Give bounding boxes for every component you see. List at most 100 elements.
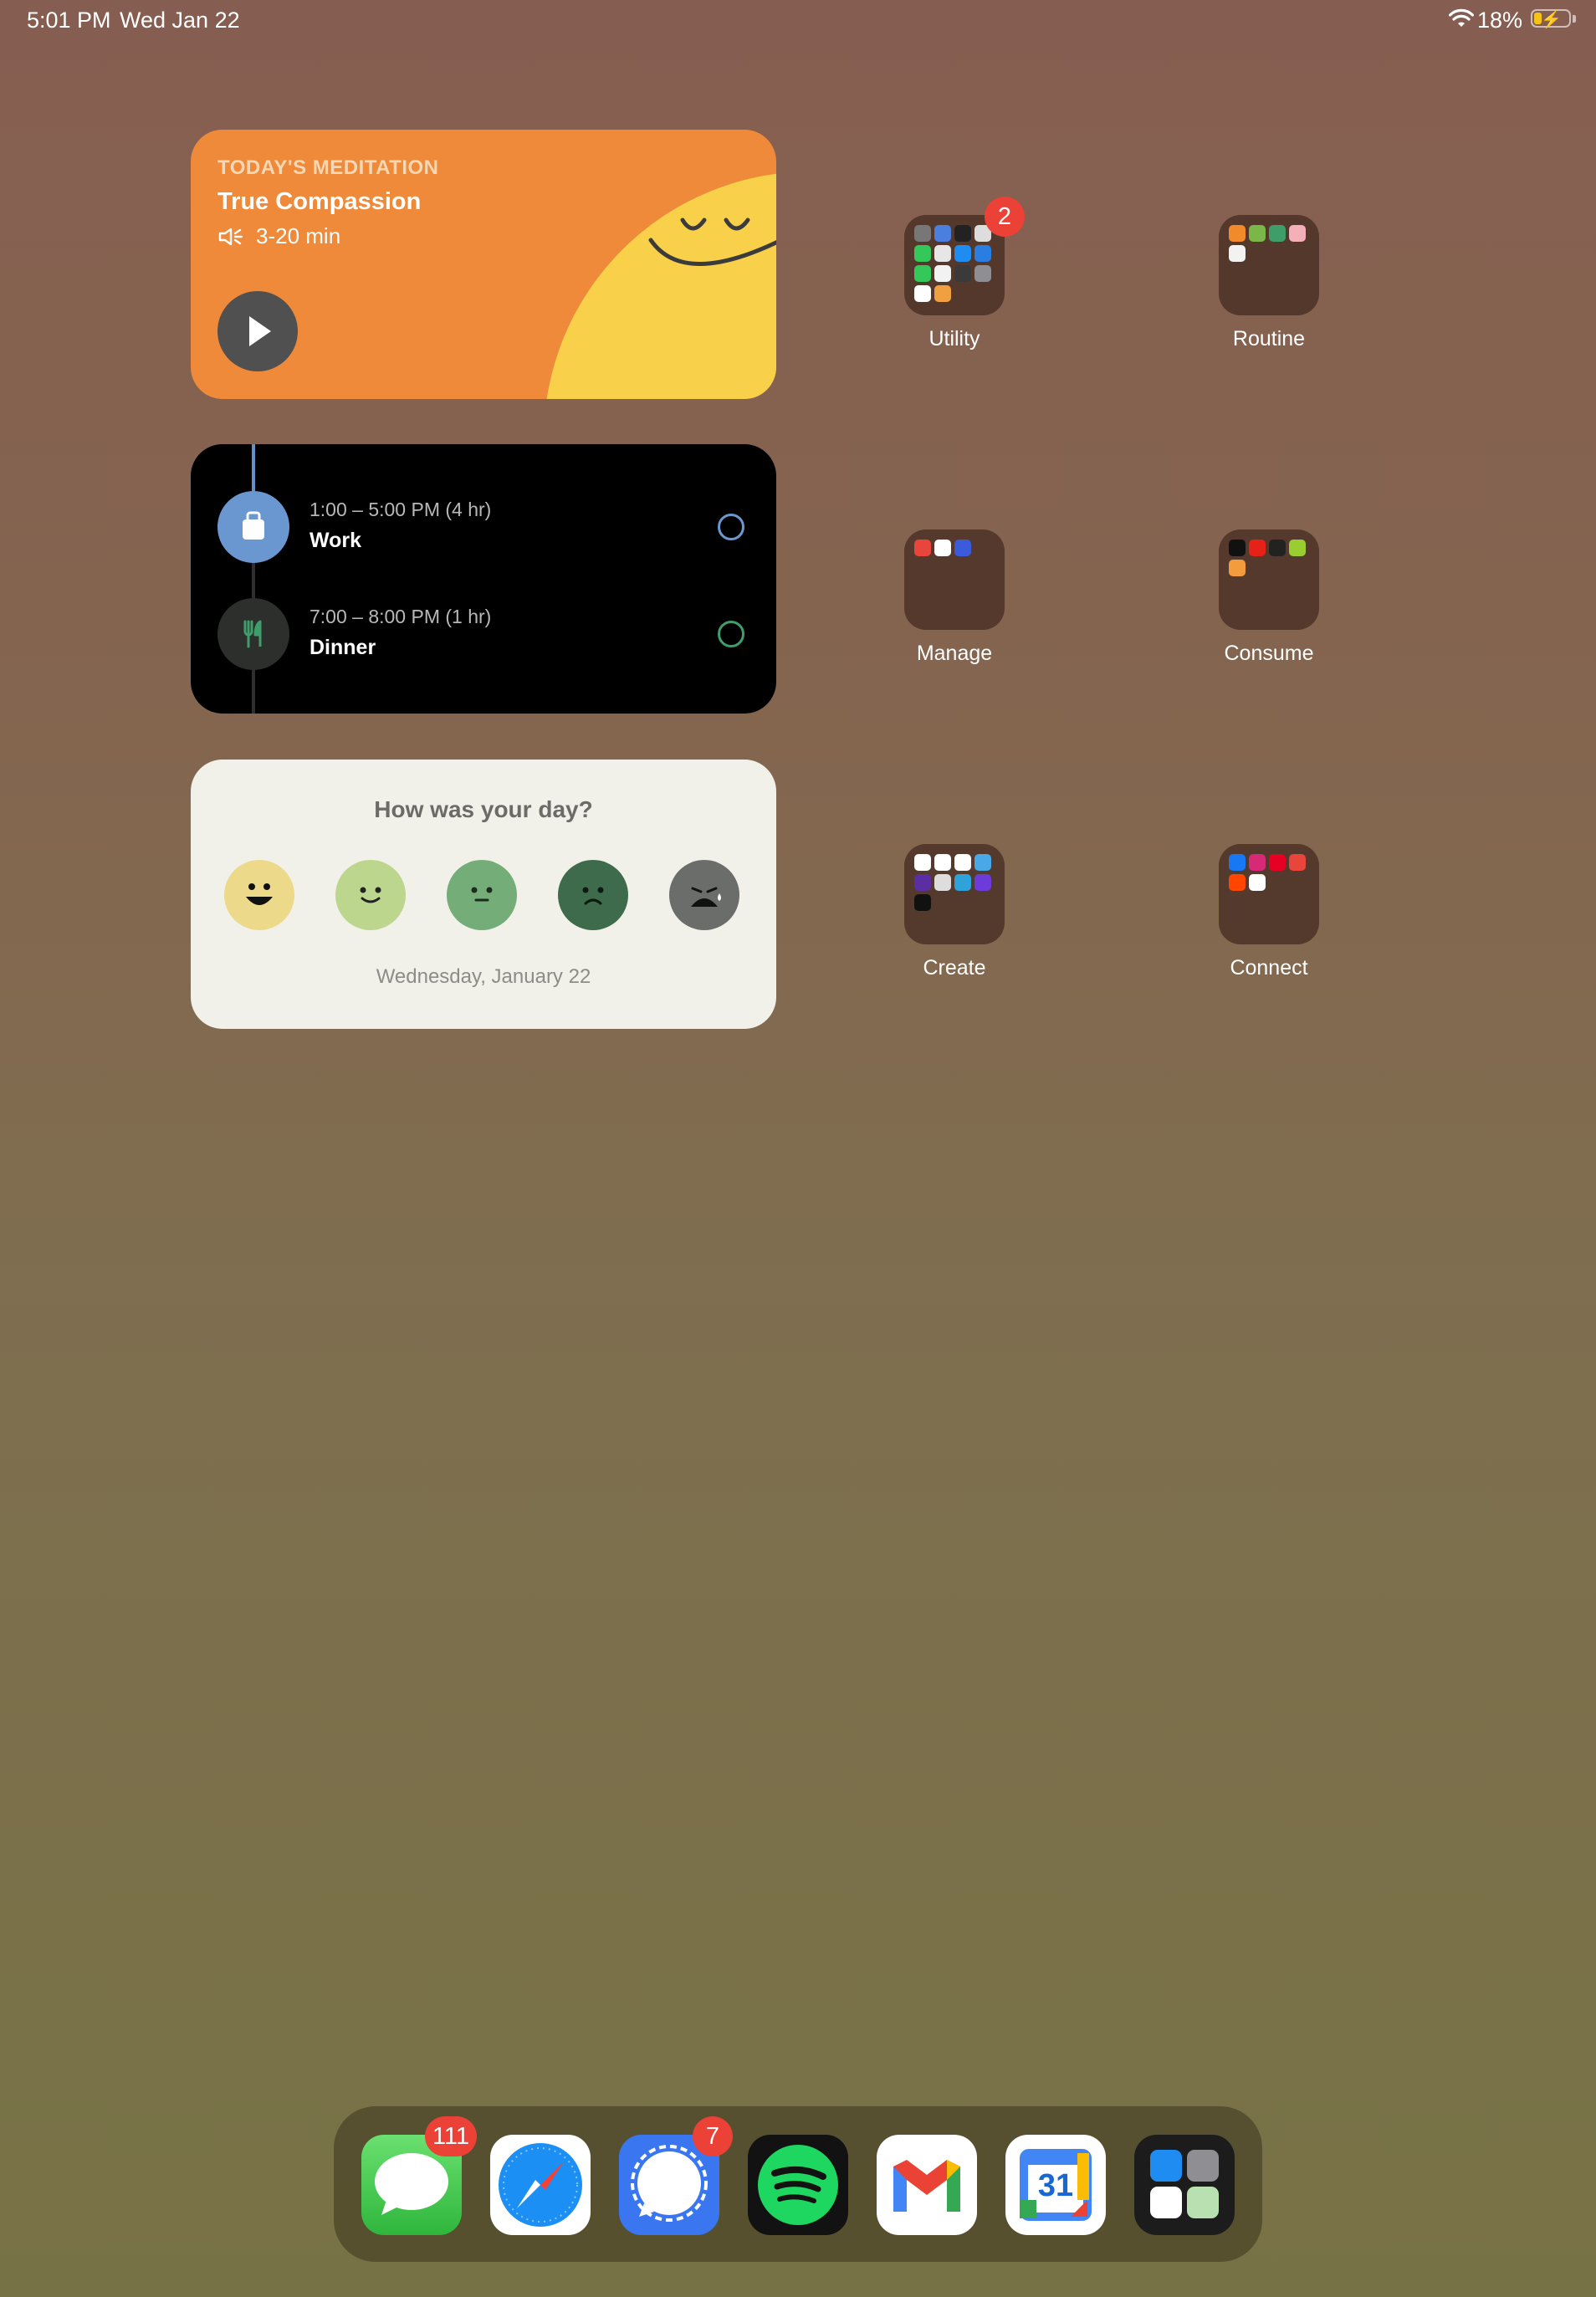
folder-label: Routine <box>1232 327 1306 350</box>
status-date: Wed Jan 22 <box>120 8 240 33</box>
settings-icon <box>1187 2150 1219 2182</box>
battery-icon: ⚡ <box>1531 9 1571 29</box>
mini-app-icon <box>1269 540 1286 556</box>
event-name-work[interactable]: Work <box>309 529 361 553</box>
app-library-app[interactable] <box>1134 2135 1235 2235</box>
notification-badge: 7 <box>693 2116 733 2156</box>
mini-app-icon <box>1269 854 1286 871</box>
mood-great-face[interactable] <box>224 860 294 930</box>
calendar-date: 31 <box>1037 2168 1074 2203</box>
mini-app-icon <box>934 225 951 242</box>
complete-checkbox-dinner[interactable] <box>718 621 744 647</box>
mini-app-icon <box>954 540 971 556</box>
planner-widget[interactable]: 1:00 – 5:00 PM (4 hr) Work 7:00 – 8:00 P… <box>191 444 776 714</box>
mood-good-face[interactable] <box>335 860 406 930</box>
mini-app-icon <box>954 265 971 282</box>
speaker-icon <box>218 228 243 246</box>
folder-label: Utility <box>928 327 980 350</box>
folder-consume[interactable]: Consume <box>1177 529 1361 666</box>
mini-app-icon <box>1229 540 1246 556</box>
battery-percent: 18% <box>1476 8 1522 33</box>
folder-label: Create <box>923 956 986 980</box>
folder-connect[interactable]: Connect <box>1177 844 1361 980</box>
mood-question: How was your day? <box>374 796 593 822</box>
mini-app-icon <box>934 540 951 556</box>
gmail-logo-icon <box>893 2160 960 2212</box>
folder-manage-icon <box>904 529 1005 630</box>
meditation-label: TODAY'S MEDITATION <box>217 156 439 179</box>
folder-routine-icon <box>1219 215 1319 315</box>
notification-badge: 111 <box>425 2116 477 2156</box>
mini-app-icon <box>1249 540 1266 556</box>
charging-bolt-icon: ⚡ <box>1541 11 1562 29</box>
mini-app-icon <box>934 854 951 871</box>
mood-faces-row <box>224 860 743 930</box>
folder-connect-icon <box>1219 844 1319 944</box>
folder-label: Consume <box>1224 642 1314 665</box>
event-time-work: 1:00 – 5:00 PM (4 hr) <box>309 499 492 520</box>
mini-app-icon <box>1289 854 1306 871</box>
folder-routine[interactable]: Routine <box>1177 215 1361 351</box>
mini-app-icon <box>914 225 931 242</box>
mood-awful-face[interactable] <box>669 860 739 930</box>
complete-checkbox-work[interactable] <box>718 514 744 540</box>
mini-app-icon <box>1289 225 1306 242</box>
meditation-duration: 3-20 min <box>256 223 341 248</box>
mini-app-icon <box>914 285 931 302</box>
mini-app-icon <box>914 265 931 282</box>
mini-app-icon <box>914 245 931 262</box>
mini-app-icon <box>1229 854 1246 871</box>
mini-app-icon <box>974 245 991 262</box>
mini-app-icon <box>914 894 931 911</box>
folder-utility[interactable]: 2 Utility <box>862 197 1046 351</box>
mini-app-icon <box>1229 560 1246 576</box>
mini-app-icon <box>934 265 951 282</box>
status-bar: 5:01 PM Wed Jan 22 18% ⚡ <box>0 0 1596 42</box>
mini-app-icon <box>1289 540 1306 556</box>
gmail-app[interactable] <box>877 2135 977 2235</box>
mini-app-icon <box>974 874 991 891</box>
mini-app-icon <box>914 854 931 871</box>
mood-date: Wednesday, January 22 <box>376 965 591 988</box>
safari-app[interactable] <box>490 2135 591 2235</box>
mini-app-icon <box>914 540 931 556</box>
mini-app-icon <box>974 265 991 282</box>
mini-app-icon <box>1249 854 1266 871</box>
mini-app-icon <box>1249 225 1266 242</box>
folder-create-icon <box>904 844 1005 944</box>
wifi-icon <box>1449 8 1474 27</box>
event-time-dinner: 7:00 – 8:00 PM (1 hr) <box>309 606 492 627</box>
folder-manage[interactable]: Manage <box>862 529 1046 666</box>
folder-consume-icon <box>1219 529 1319 630</box>
spotify-app[interactable] <box>748 2135 848 2235</box>
folder-label: Manage <box>916 642 993 665</box>
mini-app-icon <box>954 854 971 871</box>
meditation-widget[interactable]: TODAY'S MEDITATION True Compassion 3-20 … <box>191 130 776 399</box>
fork-knife-icon <box>217 598 289 670</box>
mood-okay-face[interactable] <box>447 860 517 930</box>
google-calendar-app[interactable]: 31 <box>1005 2135 1106 2235</box>
mood-bad-face[interactable] <box>558 860 628 930</box>
dock: 111 7 31 <box>334 2106 1262 2262</box>
meditation-title: True Compassion <box>217 188 422 215</box>
mini-app-icon <box>954 225 971 242</box>
event-name-dinner[interactable]: Dinner <box>309 636 376 660</box>
mini-app-icon <box>1249 874 1266 891</box>
signal-app[interactable]: 7 <box>619 2116 733 2235</box>
mini-app-icon <box>1229 874 1246 891</box>
folder-utility-icon: 2 <box>904 197 1025 315</box>
play-button[interactable] <box>217 291 298 371</box>
mini-app-icon <box>934 285 951 302</box>
mini-app-icon <box>954 245 971 262</box>
battery-tip <box>1573 15 1576 23</box>
messages-app[interactable]: 111 <box>361 2116 477 2235</box>
compass-icon <box>499 2143 582 2227</box>
mini-app-icon <box>1229 225 1246 242</box>
mood-widget[interactable]: How was your day? Wednesday, January 22 <box>191 760 776 1029</box>
spotify-logo-icon <box>758 2145 838 2225</box>
mini-app-icon <box>1229 245 1246 262</box>
folder-create[interactable]: Create <box>862 844 1046 980</box>
timeline-progress <box>252 444 255 494</box>
mini-app-icon <box>954 874 971 891</box>
mini-app-icon <box>934 245 951 262</box>
